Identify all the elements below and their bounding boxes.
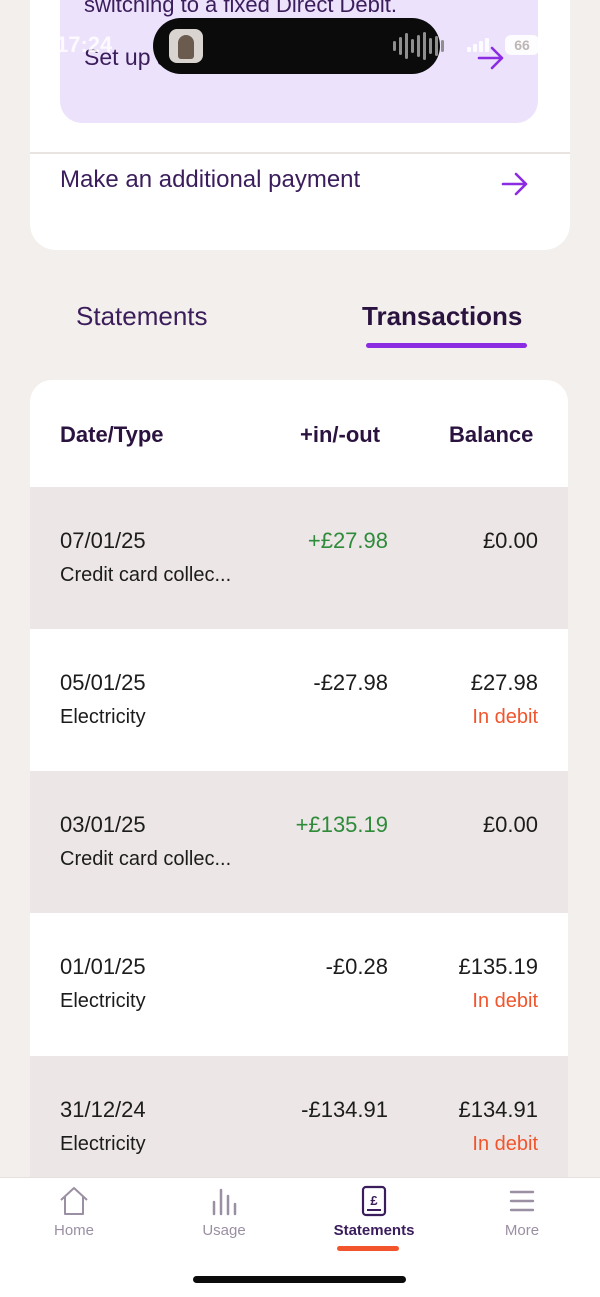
- nav-usage[interactable]: Usage: [174, 1184, 274, 1239]
- receipt-icon: £: [361, 1185, 387, 1217]
- transaction-date: 31/12/24: [60, 1097, 146, 1122]
- table-row[interactable]: 05/01/25 Electricity -£27.98 £27.98 In d…: [30, 629, 568, 771]
- transaction-amount: -£0.28: [325, 954, 388, 979]
- column-header-in-out: +in/-out: [300, 422, 381, 447]
- table-row[interactable]: 07/01/25 Credit card collec... +£27.98 £…: [30, 487, 568, 629]
- transaction-date: 07/01/25: [60, 528, 146, 553]
- signal-icon: [467, 38, 489, 52]
- transaction-date: 03/01/25: [60, 812, 146, 837]
- transaction-amount: -£134.91: [301, 1097, 388, 1122]
- nav-more-label: More: [504, 1222, 540, 1239]
- tab-transactions[interactable]: Transactions: [362, 301, 522, 332]
- transaction-balance: £134.91: [458, 1097, 538, 1122]
- menu-icon: [509, 1190, 535, 1212]
- direct-debit-promo-text: switching to a fixed Direct Debit.: [84, 0, 398, 17]
- balance-status: In debit: [472, 990, 538, 1012]
- bar-chart-icon: [212, 1188, 237, 1216]
- transaction-date: 05/01/25: [60, 670, 146, 695]
- nav-more[interactable]: More: [472, 1184, 572, 1239]
- active-tab-indicator: [366, 343, 527, 348]
- nav-home[interactable]: Home: [24, 1184, 124, 1239]
- transactions-table: Date/Type +in/-out Balance 07/01/25 Cred…: [30, 380, 568, 1180]
- transaction-type: Credit card collec...: [60, 848, 232, 870]
- transaction-type: Electricity: [60, 1133, 146, 1155]
- transaction-balance: £27.98: [470, 670, 538, 695]
- transaction-amount: +£27.98: [307, 528, 388, 553]
- transaction-type: Electricity: [60, 990, 146, 1012]
- transaction-amount: +£135.19: [295, 812, 388, 837]
- table-row[interactable]: 03/01/25 Credit card collec... +£135.19 …: [30, 771, 568, 913]
- table-row[interactable]: 31/12/24 Electricity -£134.91 £134.91 In…: [30, 1056, 568, 1180]
- transaction-balance: £135.19: [458, 954, 538, 979]
- battery-icon: 66: [505, 35, 539, 55]
- transaction-date: 01/01/25: [60, 954, 146, 979]
- svg-text:£: £: [370, 1193, 378, 1208]
- transaction-balance: £0.00: [482, 812, 538, 837]
- transaction-amount: -£27.98: [313, 670, 388, 695]
- arrow-right-icon[interactable]: [500, 170, 530, 198]
- balance-status: In debit: [472, 1133, 538, 1155]
- nav-statements-label: Statements: [333, 1222, 415, 1239]
- additional-payment-label[interactable]: Make an additional payment: [60, 166, 360, 194]
- status-bar-time: 17:24: [56, 32, 113, 57]
- column-header-balance: Balance: [449, 422, 534, 447]
- nav-statements[interactable]: £ Statements: [324, 1184, 424, 1239]
- balance-status: In debit: [472, 706, 538, 728]
- now-playing-artwork: [169, 29, 203, 63]
- column-header-date-type: Date/Type: [60, 422, 164, 447]
- tab-statements[interactable]: Statements: [76, 301, 208, 332]
- home-indicator[interactable]: [193, 1276, 406, 1283]
- dynamic-island[interactable]: [153, 18, 444, 74]
- transaction-balance: £0.00: [482, 528, 538, 553]
- nav-usage-label: Usage: [202, 1222, 246, 1239]
- active-nav-indicator: [337, 1246, 399, 1251]
- table-row[interactable]: 01/01/25 Electricity -£0.28 £135.19 In d…: [30, 913, 568, 1055]
- transaction-type: Credit card collec...: [60, 564, 232, 586]
- audio-waveform-icon: [393, 32, 444, 60]
- transaction-type: Electricity: [60, 706, 146, 728]
- nav-home-label: Home: [53, 1222, 94, 1239]
- home-icon: [60, 1187, 88, 1215]
